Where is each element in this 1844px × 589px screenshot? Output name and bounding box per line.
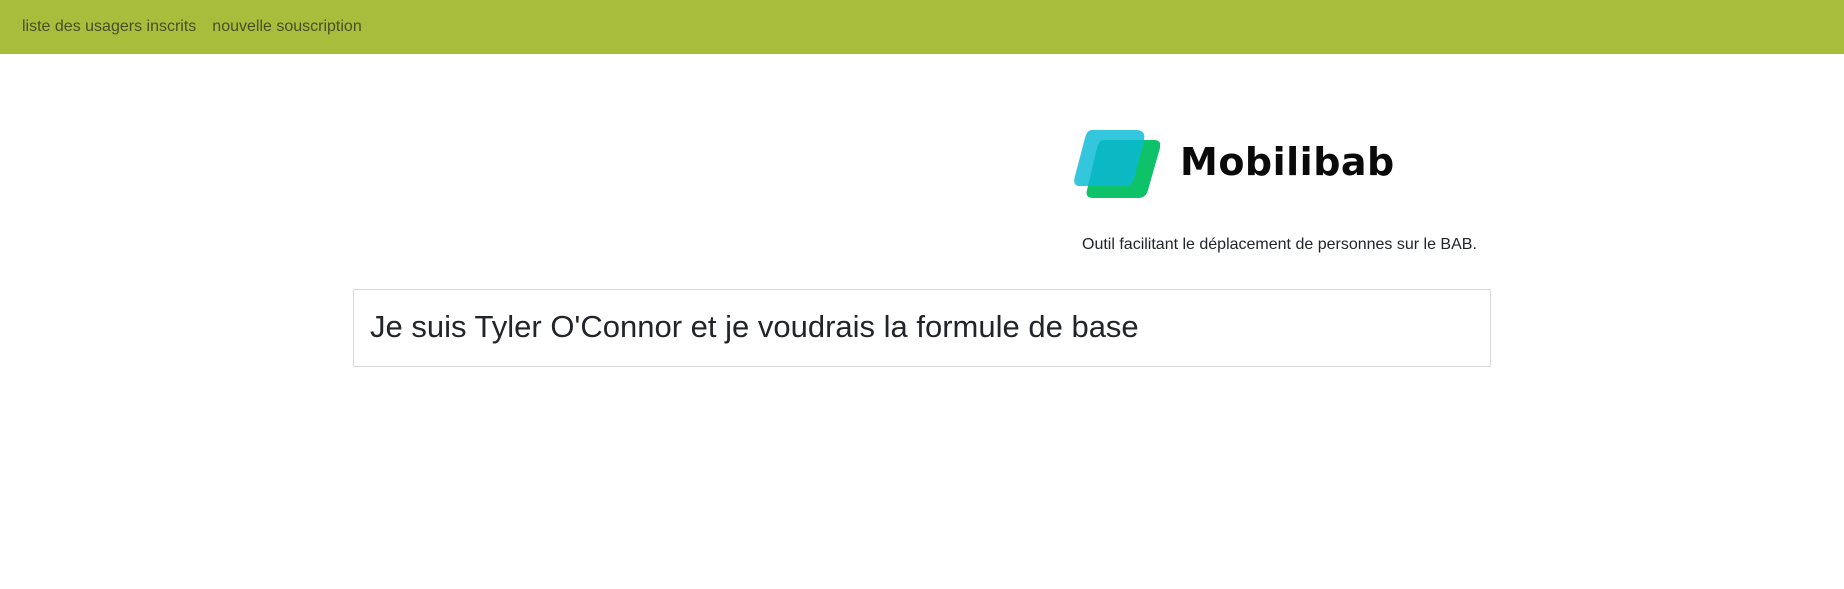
top-navbar: liste des usagers inscrits nouvelle sous…	[0, 0, 1844, 54]
brand-name: Mobilibab	[1180, 140, 1395, 184]
mobilibab-logo-icon	[1074, 130, 1160, 198]
message-heading: Je suis Tyler O'Connor et je voudrais la…	[370, 309, 1139, 344]
nav-link-new-subscription[interactable]: nouvelle souscription	[212, 17, 361, 37]
brand-tagline: Outil facilitant le déplacement de perso…	[1082, 236, 1477, 253]
brand-logo: Mobilibab	[1074, 128, 1404, 200]
nav-link-registered-users[interactable]: liste des usagers inscrits	[22, 17, 196, 37]
message-card: Je suis Tyler O'Connor et je voudrais la…	[353, 289, 1491, 367]
